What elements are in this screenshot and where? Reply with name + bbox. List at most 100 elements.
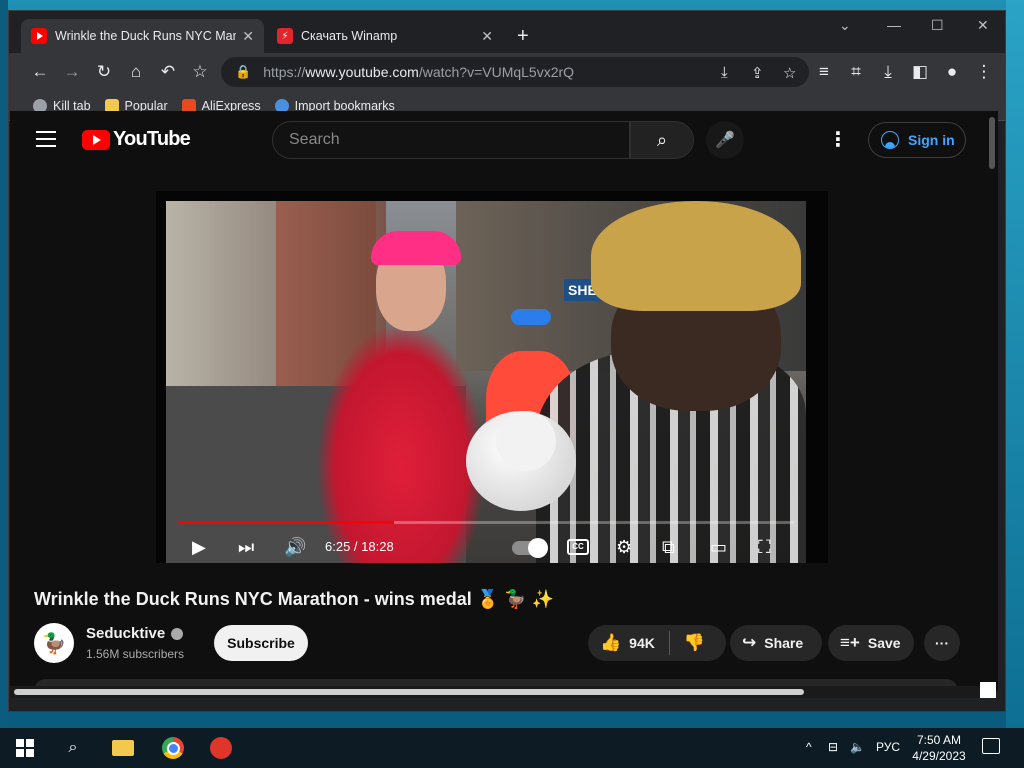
vertical-scroll-thumb[interactable] (989, 117, 995, 169)
browser-toolbar: ← → ↻ ⌂ ↶ ☆ 🔒 https://www.youtube.com/wa… (9, 53, 1005, 91)
language-indicator[interactable]: РУС (876, 740, 900, 754)
media-control-icon[interactable]: ≡ (813, 61, 835, 83)
volume-tray-icon[interactable]: 🔈 (850, 740, 865, 754)
youtube-logo[interactable]: YouTube (82, 128, 191, 151)
side-panel-icon[interactable]: ◧ (909, 61, 931, 83)
bookmark-star-icon[interactable]: ☆ (189, 61, 211, 83)
start-button[interactable] (12, 736, 38, 760)
share-page-icon[interactable]: ⇪ (751, 64, 764, 82)
download-icon[interactable]: ⤓ (877, 61, 899, 83)
channel-row: 🦆 Seducktive 1.56M subscribers Subscribe… (34, 621, 974, 665)
youtube-logo-text: YouTube (113, 128, 191, 150)
youtube-header: YouTube Search ⌕ 🎤 ⋮ Sign in (10, 111, 986, 167)
close-icon[interactable]: ✕ (242, 28, 254, 45)
ccleaner-taskbar-button[interactable] (208, 736, 234, 760)
address-bar[interactable]: 🔒 https://www.youtube.com/watch?v=VUMqL5… (221, 57, 809, 87)
channel-name[interactable]: Seducktive (86, 625, 184, 642)
share-button[interactable]: ↪ Share (730, 625, 822, 661)
hamburger-menu-icon[interactable] (36, 131, 56, 147)
window-close-icon[interactable]: ✕ (977, 17, 989, 34)
like-dislike-group: 👍 94K 👎 (588, 625, 726, 661)
volume-icon[interactable]: 🔊 (284, 537, 306, 558)
fullscreen-icon[interactable]: ⛶ (758, 537, 771, 558)
url-host: www.youtube.com (305, 64, 419, 80)
horizontal-scroll-thumb[interactable] (14, 689, 804, 695)
chrome-taskbar-button[interactable] (160, 736, 186, 760)
blue-headband (511, 309, 551, 325)
video-title: Wrinkle the Duck Runs NYC Marathon - win… (34, 589, 554, 609)
close-icon[interactable]: ✕ (481, 28, 493, 45)
back-icon[interactable]: ← (29, 61, 51, 83)
theater-mode-icon[interactable]: ▭ (710, 537, 727, 558)
duck-avatar-icon: 🦆 (41, 632, 67, 655)
clock-date: 4/29/2023 (912, 749, 966, 763)
forward-icon[interactable]: → (61, 61, 83, 83)
menu-icon[interactable]: ⋮ (973, 61, 995, 83)
channel-name-text: Seducktive (86, 625, 166, 642)
settings-gear-icon[interactable]: ⚙ (616, 537, 632, 558)
notifications-icon[interactable] (982, 738, 1000, 754)
windows-logo-icon (16, 739, 34, 757)
runner-red-shirt (316, 321, 486, 563)
like-button[interactable]: 👍 94K (588, 625, 655, 661)
progress-played (178, 521, 394, 524)
more-horizontal-icon: ··· (935, 635, 949, 651)
undo-icon[interactable]: ↶ (157, 61, 179, 83)
winamp-icon: ⚡ (277, 28, 293, 44)
url-path: /watch?v=VUMqL5vx2rQ (418, 64, 575, 80)
voice-search-button[interactable]: 🎤 (706, 121, 744, 159)
tab-winamp[interactable]: ⚡ Скачать Winamp ✕ (267, 19, 503, 53)
new-tab-icon[interactable]: + (517, 25, 529, 48)
network-icon[interactable]: ⊟ (828, 740, 838, 754)
video-time: 6:25 / 18:28 (325, 539, 394, 554)
video-player[interactable]: SHERW ▶ ⏭ 🔊 6:25 / 18:28 CC ⚙ (156, 191, 828, 563)
tab-youtube[interactable]: Wrinkle the Duck Runs NYC Marathon - win… (21, 19, 264, 53)
search-input[interactable]: Search (272, 121, 630, 159)
playlist-add-icon: ≡+ (840, 633, 860, 652)
thumbs-up-icon: 👍 (600, 633, 622, 652)
player-controls: ▶ ⏭ 🔊 6:25 / 18:28 CC ⚙ ⧉ ▭ ⛶ (166, 531, 806, 563)
search-taskbar-icon[interactable]: ⌕ (60, 736, 86, 760)
bookmark-page-star-icon[interactable]: ☆ (783, 64, 796, 82)
channel-avatar[interactable]: 🦆 (34, 623, 74, 663)
progress-bar[interactable] (178, 521, 794, 524)
url-scheme: https:// (263, 64, 306, 80)
youtube-icon (31, 28, 47, 44)
home-icon[interactable]: ⌂ (125, 61, 147, 83)
install-app-icon[interactable]: ⤓ (721, 64, 728, 81)
profile-icon[interactable]: ● (941, 61, 963, 83)
settings-kebab-icon[interactable]: ⋮ (828, 127, 848, 152)
youtube-play-icon (82, 129, 110, 150)
tab-search-icon[interactable]: ⌄ (839, 17, 851, 34)
crop-icon[interactable]: ⌗ (845, 61, 867, 83)
chrome-icon (162, 737, 184, 759)
sign-in-button[interactable]: Sign in (868, 122, 966, 158)
horizontal-scrollbar[interactable] (10, 686, 986, 698)
taskbar: ⌕ ^ ⊟ 🔈 РУС 7:50 AM 4/29/2023 (0, 728, 1024, 768)
system-clock[interactable]: 7:50 AM 4/29/2023 (904, 732, 974, 764)
next-icon[interactable]: ⏭ (238, 537, 254, 558)
video-frame[interactable]: SHERW ▶ ⏭ 🔊 6:25 / 18:28 CC ⚙ (166, 201, 806, 563)
play-icon[interactable]: ▶ (192, 537, 206, 558)
maximize-icon[interactable]: ☐ (931, 17, 944, 34)
file-explorer-button[interactable] (110, 736, 136, 760)
subscriber-count: 1.56M subscribers (86, 647, 185, 661)
thumbs-down-icon[interactable]: 👎 (670, 633, 705, 653)
vertical-scrollbar[interactable] (986, 111, 998, 691)
tab-title: Wrinkle the Duck Runs NYC Marathon - win… (55, 29, 237, 43)
save-button[interactable]: ≡+ Save (828, 625, 914, 661)
save-label: Save (867, 635, 901, 651)
youtube-page: YouTube Search ⌕ 🎤 ⋮ Sign in SHERW (10, 111, 986, 691)
tray-chevron-icon[interactable]: ^ (806, 740, 812, 754)
miniplayer-icon[interactable]: ⧉ (662, 537, 675, 558)
reload-icon[interactable]: ↻ (93, 61, 115, 83)
captions-icon[interactable]: CC (567, 539, 589, 555)
autoplay-toggle[interactable] (512, 538, 548, 558)
more-actions-button[interactable]: ··· (924, 625, 960, 661)
desktop-left-edge (0, 0, 8, 728)
minimize-icon[interactable]: — (887, 17, 901, 33)
microphone-icon: 🎤 (715, 132, 735, 149)
subscribe-button[interactable]: Subscribe (214, 625, 308, 661)
duck-head (496, 411, 556, 471)
search-button[interactable]: ⌕ (630, 121, 694, 159)
